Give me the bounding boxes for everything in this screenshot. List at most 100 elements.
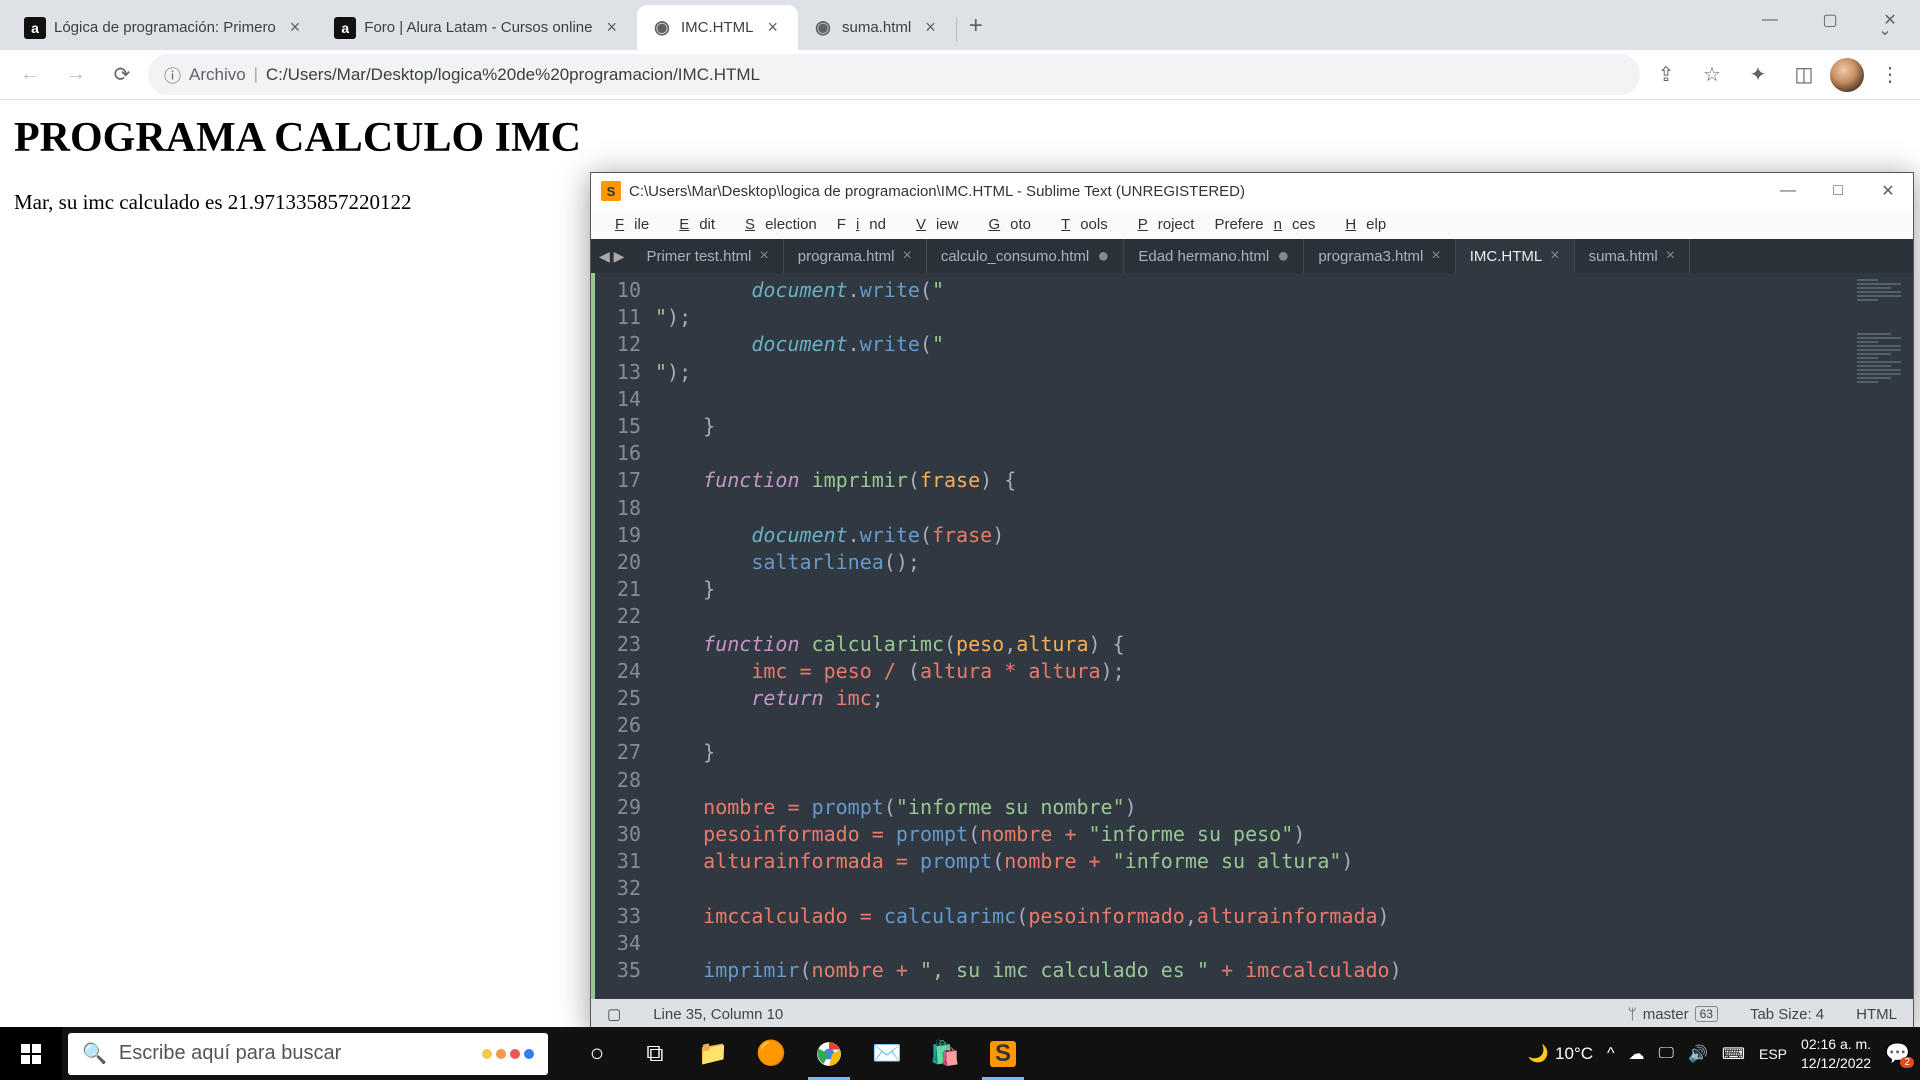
- address-bar[interactable]: ⓘ Archivo | C:/Users/Mar/Desktop/logica%…: [148, 54, 1640, 95]
- editor-tab[interactable]: Edad hermano.html●: [1124, 239, 1304, 273]
- menu-preferences[interactable]: Preferences: [1204, 211, 1325, 238]
- back-button[interactable]: ←: [10, 55, 50, 95]
- system-tray: 🌙10°C ^ ☁ 🖵 🔊 ⌨ ESP 02:16 a. m. 12/12/20…: [1528, 1035, 1920, 1071]
- editor-area[interactable]: 1011121314151617181920212223242526272829…: [591, 273, 1913, 999]
- favicon-globe-icon: ◉: [651, 17, 673, 39]
- close-icon[interactable]: ×: [759, 247, 768, 265]
- menu-file[interactable]: File: [595, 211, 659, 238]
- windows-logo-icon: [21, 1044, 41, 1064]
- close-icon[interactable]: ×: [1431, 247, 1440, 265]
- task-store-icon[interactable]: 🛍️: [916, 1027, 974, 1080]
- status-position[interactable]: Line 35, Column 10: [637, 1006, 799, 1023]
- browser-tab[interactable]: ◉ suma.html ×: [798, 5, 956, 50]
- editor-tab[interactable]: programa3.html×: [1304, 239, 1455, 273]
- close-icon[interactable]: ×: [761, 15, 784, 40]
- browser-tab-active[interactable]: ◉ IMC.HTML ×: [637, 5, 798, 50]
- minimap[interactable]: [1853, 273, 1913, 999]
- minimize-icon[interactable]: —: [1740, 0, 1800, 40]
- close-window-icon[interactable]: ✕: [1863, 173, 1913, 209]
- window-controls: — ▢ ✕: [1740, 0, 1920, 40]
- sublime-window: S C:\Users\Mar\Desktop\logica de program…: [590, 172, 1914, 1030]
- taskbar-pinned: ○ ⧉ 📁 🟠 ✉️ 🛍️ S: [568, 1027, 1032, 1080]
- close-icon[interactable]: ×: [600, 15, 623, 40]
- favicon-globe-icon: ◉: [812, 17, 834, 39]
- cortana-highlights-icon: [482, 1049, 534, 1059]
- status-sidebar-toggle[interactable]: ▢: [591, 1005, 637, 1023]
- menu-view[interactable]: View: [896, 211, 969, 238]
- search-icon: 🔍: [82, 1041, 107, 1066]
- browser-toolbar: ← → ⟳ ⓘ Archivo | C:/Users/Mar/Desktop/l…: [0, 50, 1920, 100]
- minimize-icon[interactable]: —: [1763, 173, 1813, 209]
- menu-find[interactable]: Find: [827, 211, 896, 238]
- tab-title: suma.html: [842, 19, 911, 36]
- sublime-title: C:\Users\Mar\Desktop\logica de programac…: [629, 183, 1245, 200]
- extensions-icon[interactable]: ✦: [1738, 55, 1778, 95]
- tray-keyboard-icon[interactable]: ⌨: [1722, 1044, 1745, 1064]
- browser-tab-strip: a Lógica de programación: Primero × a Fo…: [0, 0, 1920, 50]
- task-cortana-icon[interactable]: ○: [568, 1027, 626, 1080]
- tray-notifications[interactable]: 💬2: [1885, 1041, 1910, 1066]
- status-tab-size[interactable]: Tab Size: 4: [1734, 1006, 1840, 1023]
- tray-onedrive-icon[interactable]: ☁: [1629, 1044, 1645, 1064]
- editor-tab[interactable]: programa.html×: [784, 239, 927, 273]
- sublime-tab-bar: ◀ ▶ Primer test.html× programa.html× cal…: [591, 239, 1913, 273]
- tray-lang[interactable]: ESP: [1759, 1046, 1787, 1062]
- task-sublime-icon[interactable]: S: [974, 1027, 1032, 1080]
- menu-icon[interactable]: ⋮: [1870, 55, 1910, 95]
- start-button[interactable]: [0, 1027, 62, 1080]
- tab-nav-arrows[interactable]: ◀ ▶: [591, 239, 632, 273]
- tab-title: Lógica de programación: Primero: [54, 19, 276, 36]
- editor-tab[interactable]: calculo_consumo.html●: [927, 239, 1125, 273]
- favicon-alura-icon: a: [24, 17, 46, 39]
- forward-button[interactable]: →: [56, 55, 96, 95]
- status-syntax[interactable]: HTML: [1840, 1006, 1913, 1023]
- star-icon[interactable]: ☆: [1692, 55, 1732, 95]
- sublime-titlebar[interactable]: S C:\Users\Mar\Desktop\logica de program…: [591, 173, 1913, 209]
- close-icon[interactable]: ×: [903, 247, 912, 265]
- code-content[interactable]: document.write(""); document.write(""); …: [651, 273, 1853, 999]
- menu-tools[interactable]: Tools: [1041, 211, 1118, 238]
- task-chrome-icon[interactable]: [800, 1027, 858, 1080]
- line-gutter: 1011121314151617181920212223242526272829…: [591, 273, 651, 999]
- info-icon[interactable]: ⓘ: [164, 62, 181, 87]
- share-icon[interactable]: ⇪: [1646, 55, 1686, 95]
- sidepanel-icon[interactable]: ◫: [1784, 55, 1824, 95]
- close-icon[interactable]: ×: [284, 15, 307, 40]
- editor-tab[interactable]: Primer test.html×: [632, 239, 783, 273]
- dirty-icon: ●: [1097, 246, 1109, 266]
- address-prefix: Archivo: [189, 65, 246, 85]
- menu-edit[interactable]: Edit: [659, 211, 725, 238]
- tray-chevron-icon[interactable]: ^: [1607, 1045, 1615, 1063]
- profile-avatar[interactable]: [1830, 58, 1864, 92]
- taskbar-search[interactable]: 🔍 Escribe aquí para buscar: [68, 1033, 548, 1075]
- menu-selection[interactable]: Selection: [725, 211, 827, 238]
- menu-project[interactable]: Project: [1118, 211, 1205, 238]
- menu-help[interactable]: Help: [1325, 211, 1396, 238]
- reload-button[interactable]: ⟳: [102, 55, 142, 95]
- editor-tab-active[interactable]: IMC.HTML×: [1456, 239, 1575, 273]
- tray-clock[interactable]: 02:16 a. m. 12/12/2022: [1801, 1035, 1871, 1071]
- tray-display-icon[interactable]: 🖵: [1659, 1045, 1674, 1063]
- address-divider: |: [254, 66, 258, 84]
- task-browser1-icon[interactable]: 🟠: [742, 1027, 800, 1080]
- maximize-icon[interactable]: ▢: [1800, 0, 1860, 40]
- status-branch[interactable]: ᛘ master 63: [1612, 1006, 1734, 1023]
- tray-volume-icon[interactable]: 🔊: [1688, 1044, 1708, 1064]
- tab-title: IMC.HTML: [681, 19, 754, 36]
- close-icon[interactable]: ×: [919, 15, 942, 40]
- editor-tab[interactable]: suma.html×: [1575, 239, 1691, 273]
- browser-tab[interactable]: a Foro | Alura Latam - Cursos online ×: [320, 5, 637, 50]
- close-window-icon[interactable]: ✕: [1860, 0, 1920, 40]
- menu-goto[interactable]: Goto: [969, 211, 1042, 238]
- tray-weather[interactable]: 🌙10°C: [1528, 1044, 1593, 1064]
- close-icon[interactable]: ×: [1666, 247, 1675, 265]
- task-mail-icon[interactable]: ✉️: [858, 1027, 916, 1080]
- sublime-status-bar: ▢ Line 35, Column 10 ᛘ master 63 Tab Siz…: [591, 999, 1913, 1029]
- task-explorer-icon[interactable]: 📁: [684, 1027, 742, 1080]
- maximize-icon[interactable]: □: [1813, 173, 1863, 209]
- close-icon[interactable]: ×: [1550, 247, 1559, 265]
- new-tab-button[interactable]: +: [957, 8, 995, 50]
- browser-tab[interactable]: a Lógica de programación: Primero ×: [10, 5, 320, 50]
- task-taskview-icon[interactable]: ⧉: [626, 1027, 684, 1080]
- address-url: C:/Users/Mar/Desktop/logica%20de%20progr…: [266, 65, 760, 85]
